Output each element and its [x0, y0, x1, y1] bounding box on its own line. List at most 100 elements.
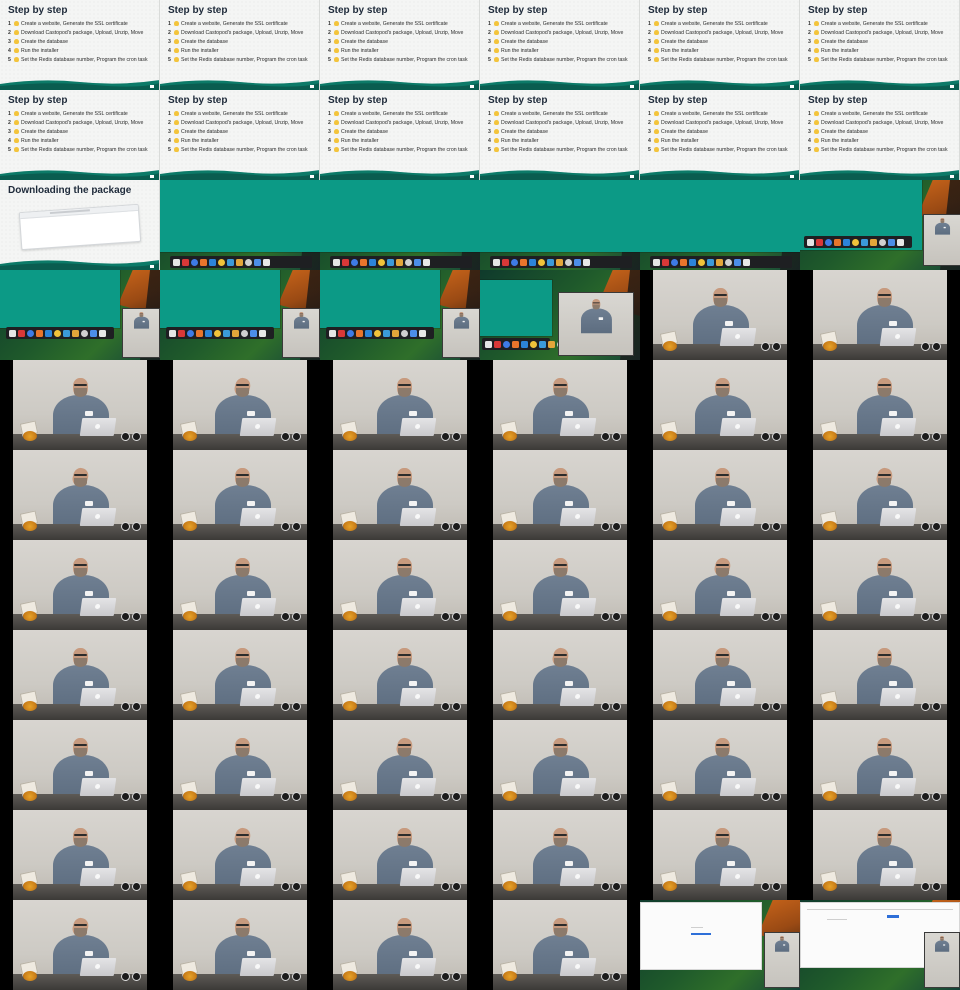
notes-icon[interactable]	[538, 258, 545, 266]
notes-icon[interactable]	[530, 340, 537, 348]
thunderbird-icon[interactable]	[45, 329, 52, 337]
image-viewer-icon[interactable]	[387, 258, 394, 266]
chrome-icon[interactable]	[680, 258, 687, 266]
video-recorder-icon[interactable]	[662, 258, 669, 266]
settings-icon[interactable]	[410, 329, 417, 337]
notes-icon[interactable]	[698, 258, 705, 266]
media-icon[interactable]	[263, 258, 270, 266]
files-icon[interactable]	[72, 329, 79, 337]
firefox-icon[interactable]	[351, 258, 358, 266]
settings-icon[interactable]	[254, 258, 261, 266]
files-icon[interactable]	[232, 329, 239, 337]
settings-icon[interactable]	[888, 238, 895, 246]
files-icon[interactable]	[392, 329, 399, 337]
terminal-icon[interactable]	[81, 329, 88, 337]
files-icon[interactable]	[870, 238, 877, 246]
video-recorder-icon[interactable]	[182, 258, 189, 266]
media-icon[interactable]	[743, 258, 750, 266]
media-icon[interactable]	[259, 329, 266, 337]
firefox-icon[interactable]	[671, 258, 678, 266]
terminal-icon[interactable]	[879, 238, 886, 246]
image-viewer-icon[interactable]	[547, 258, 554, 266]
image-viewer-icon[interactable]	[539, 340, 546, 348]
terminal-icon[interactable]	[245, 258, 252, 266]
chrome-icon[interactable]	[520, 258, 527, 266]
camera-icon[interactable]	[329, 329, 336, 337]
settings-icon[interactable]	[414, 258, 421, 266]
camera-icon[interactable]	[485, 340, 492, 348]
image-viewer-icon[interactable]	[223, 329, 230, 337]
media-icon[interactable]	[419, 329, 426, 337]
thunderbird-icon[interactable]	[689, 258, 696, 266]
camera-icon[interactable]	[333, 258, 340, 266]
video-recorder-icon[interactable]	[338, 329, 345, 337]
notes-icon[interactable]	[374, 329, 381, 337]
thunderbird-icon[interactable]	[521, 340, 528, 348]
chrome-icon[interactable]	[834, 238, 841, 246]
thunderbird-icon[interactable]	[209, 258, 216, 266]
notes-icon[interactable]	[214, 329, 221, 337]
settings-icon[interactable]	[734, 258, 741, 266]
files-icon[interactable]	[556, 258, 563, 266]
settings-icon[interactable]	[90, 329, 97, 337]
firefox-icon[interactable]	[825, 238, 832, 246]
chrome-icon[interactable]	[512, 340, 519, 348]
camera-icon[interactable]	[653, 258, 660, 266]
presenter-video	[813, 450, 947, 540]
firefox-icon[interactable]	[191, 258, 198, 266]
video-recorder-icon[interactable]	[494, 340, 501, 348]
laptop	[239, 598, 277, 616]
image-viewer-icon[interactable]	[861, 238, 868, 246]
video-recorder-icon[interactable]	[18, 329, 25, 337]
camera-icon[interactable]	[9, 329, 16, 337]
camera-icon[interactable]	[169, 329, 176, 337]
image-viewer-icon[interactable]	[707, 258, 714, 266]
chrome-icon[interactable]	[360, 258, 367, 266]
media-icon[interactable]	[897, 238, 904, 246]
pumpkin-decoration	[823, 791, 837, 801]
firefox-icon[interactable]	[27, 329, 34, 337]
media-icon[interactable]	[423, 258, 430, 266]
thunderbird-icon[interactable]	[369, 258, 376, 266]
camera-icon[interactable]	[493, 258, 500, 266]
speaker-left	[121, 612, 130, 621]
video-recorder-icon[interactable]	[342, 258, 349, 266]
camera-icon[interactable]	[807, 238, 814, 246]
files-icon[interactable]	[548, 340, 555, 348]
settings-icon[interactable]	[574, 258, 581, 266]
files-icon[interactable]	[716, 258, 723, 266]
thunderbird-icon[interactable]	[205, 329, 212, 337]
files-icon[interactable]	[396, 258, 403, 266]
image-viewer-icon[interactable]	[63, 329, 70, 337]
notes-icon[interactable]	[852, 238, 859, 246]
firefox-icon[interactable]	[511, 258, 518, 266]
terminal-icon[interactable]	[401, 329, 408, 337]
image-viewer-icon[interactable]	[383, 329, 390, 337]
terminal-icon[interactable]	[405, 258, 412, 266]
firefox-icon[interactable]	[347, 329, 354, 337]
thunderbird-icon[interactable]	[843, 238, 850, 246]
firefox-icon[interactable]	[187, 329, 194, 337]
camera-icon[interactable]	[173, 258, 180, 266]
media-icon[interactable]	[99, 329, 106, 337]
video-recorder-icon[interactable]	[816, 238, 823, 246]
thunderbird-icon[interactable]	[365, 329, 372, 337]
video-recorder-icon[interactable]	[502, 258, 509, 266]
media-icon[interactable]	[583, 258, 590, 266]
settings-icon[interactable]	[250, 329, 257, 337]
notes-icon[interactable]	[218, 258, 225, 266]
chrome-icon[interactable]	[200, 258, 207, 266]
image-viewer-icon[interactable]	[227, 258, 234, 266]
firefox-icon[interactable]	[503, 340, 510, 348]
files-icon[interactable]	[236, 258, 243, 266]
video-recorder-icon[interactable]	[178, 329, 185, 337]
terminal-icon[interactable]	[565, 258, 572, 266]
thunderbird-icon[interactable]	[529, 258, 536, 266]
terminal-icon[interactable]	[241, 329, 248, 337]
chrome-icon[interactable]	[356, 329, 363, 337]
chrome-icon[interactable]	[196, 329, 203, 337]
notes-icon[interactable]	[54, 329, 61, 337]
notes-icon[interactable]	[378, 258, 385, 266]
terminal-icon[interactable]	[725, 258, 732, 266]
chrome-icon[interactable]	[36, 329, 43, 337]
